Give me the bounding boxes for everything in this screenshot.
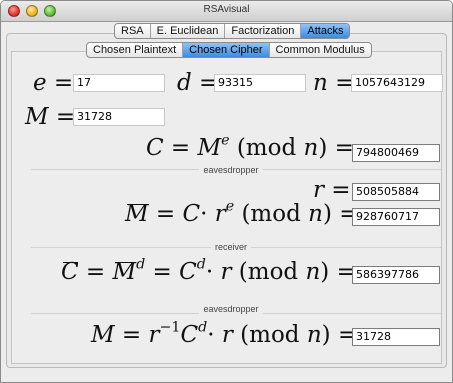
m-recovered-formula: M = r−1Cd· r (mod n) = bbox=[91, 319, 358, 348]
m-label: M = bbox=[25, 104, 76, 130]
tab-rsa[interactable]: RSA bbox=[115, 24, 151, 38]
cipher-exponent: e bbox=[221, 132, 230, 149]
subtab-common-modulus[interactable]: Common Modulus bbox=[270, 43, 371, 57]
r-field[interactable]: 508505884 bbox=[352, 183, 440, 201]
attack-subtabs: Chosen Plaintext Chosen Cipher Common Mo… bbox=[86, 42, 372, 58]
receiver-label: receiver bbox=[211, 242, 251, 252]
title-bar: RSAvisual bbox=[1, 1, 452, 22]
m-bar-field[interactable]: 928760717 bbox=[352, 208, 440, 226]
d-field[interactable]: 93315 bbox=[214, 74, 306, 92]
m-bar-formula: M = C· re (mod n) = bbox=[125, 198, 359, 227]
tab-e-euclidean[interactable]: E. Euclidean bbox=[151, 24, 226, 38]
n-field[interactable]: 1057643129 bbox=[351, 74, 443, 92]
n-label: n = bbox=[313, 70, 355, 96]
main-tabs: RSA E. Euclidean Factorization Attacks bbox=[114, 23, 351, 39]
app-window: RSAvisual RSA E. Euclidean Factorization… bbox=[0, 0, 453, 383]
window-title: RSAvisual bbox=[203, 4, 250, 15]
cipher-value-field[interactable]: 794800469 bbox=[352, 144, 440, 162]
tab-factorization[interactable]: Factorization bbox=[225, 24, 302, 38]
subtab-chosen-plaintext[interactable]: Chosen Plaintext bbox=[87, 43, 184, 57]
d-label: d = bbox=[177, 70, 219, 96]
c-bar-formula: C = Md = Cd· r (mod n) = bbox=[61, 256, 356, 285]
eavesdropper-label: eavesdropper bbox=[199, 165, 263, 175]
r-label: r = bbox=[313, 177, 351, 203]
subtab-chosen-cipher[interactable]: Chosen Cipher bbox=[183, 43, 270, 57]
e-label: e = bbox=[33, 70, 74, 96]
cipher-formula: C = Me (mod n) = bbox=[146, 132, 354, 161]
eavesdropper-label-2: eavesdropper bbox=[199, 304, 263, 314]
m-recovered-field[interactable]: 31728 bbox=[352, 328, 440, 346]
m-field[interactable]: 31728 bbox=[73, 108, 165, 126]
c-bar-field[interactable]: 586397786 bbox=[352, 266, 440, 284]
tab-attacks[interactable]: Attacks bbox=[301, 24, 350, 38]
e-field[interactable]: 17 bbox=[73, 74, 165, 92]
